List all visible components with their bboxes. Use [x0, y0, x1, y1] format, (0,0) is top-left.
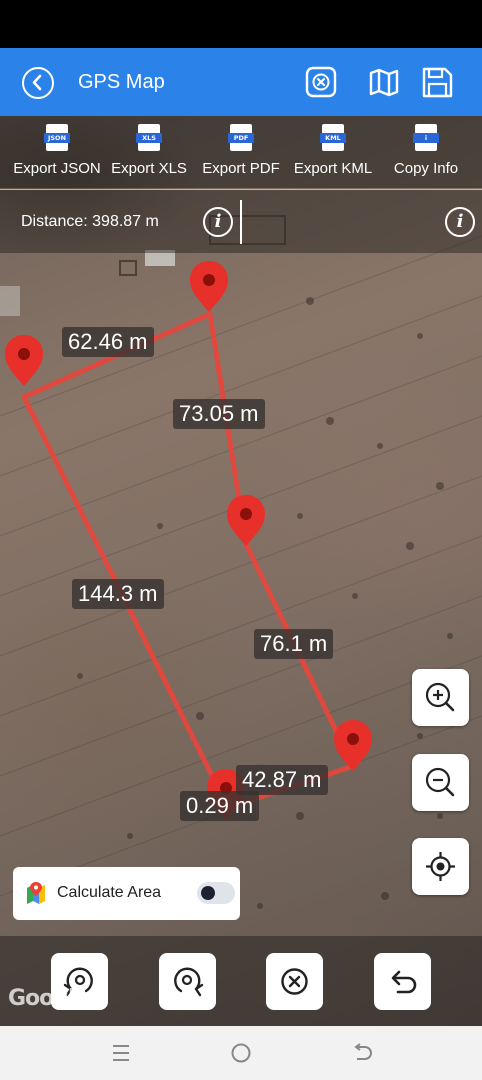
export-xls-label: Export XLS	[111, 160, 187, 177]
system-back-icon[interactable]	[351, 1043, 373, 1063]
segment-label-4: 76.1 m	[254, 629, 334, 659]
export-kml-button[interactable]: KML Export KML	[291, 124, 375, 184]
satellite-map[interactable]: 62.46 m 73.05 m 144.3 m 76.1 m 42.87 m 0…	[0, 116, 482, 1026]
segment-label-2: 73.05 m	[173, 399, 265, 429]
copy-info-button[interactable]: i Copy Info	[388, 124, 464, 184]
segment-label-6: 0.29 m	[180, 791, 260, 821]
home-icon[interactable]	[230, 1042, 252, 1064]
zoom-in-button[interactable]	[412, 669, 469, 726]
export-pdf-button[interactable]: PDF Export PDF	[199, 124, 283, 184]
system-nav-bar	[0, 1026, 482, 1080]
route-marker-1	[5, 335, 43, 386]
route-line	[21, 311, 356, 811]
export-json-button[interactable]: JSON Export JSON	[8, 124, 106, 184]
distance-bar: Distance: 398.87 m i i	[0, 189, 482, 253]
close-square-icon[interactable]	[304, 65, 338, 99]
route-marker-2	[190, 261, 228, 312]
info-file-icon: i	[413, 124, 439, 151]
route-marker-3	[227, 495, 265, 546]
google-attribution: Google	[8, 986, 89, 1011]
save-icon[interactable]	[420, 65, 454, 99]
calculate-area-toggle[interactable]	[197, 882, 235, 904]
close-circle-icon	[281, 968, 308, 995]
bottom-action-bar	[0, 936, 482, 1026]
my-location-button[interactable]	[412, 838, 469, 895]
crosshair-icon	[426, 852, 455, 881]
export-xls-button[interactable]: XLS Export XLS	[108, 124, 190, 184]
total-distance-text: Distance: 398.87 m	[21, 213, 159, 230]
export-kml-label: Export KML	[293, 160, 373, 177]
rotate-right-button[interactable]	[159, 953, 216, 1010]
page-title: GPS Map	[78, 71, 165, 93]
segment-label-1: 62.46 m	[62, 327, 154, 357]
json-file-icon: JSON	[44, 124, 70, 151]
map-pin-icon	[27, 882, 45, 904]
back-icon[interactable]	[22, 67, 54, 99]
info-icon-right[interactable]: i	[445, 207, 475, 237]
app-root: GPS Map 62.46 m 73.05 m 144.3 m 76.1 m 4…	[0, 0, 482, 1080]
export-json-label: Export JSON	[13, 160, 101, 177]
zoom-in-icon	[425, 682, 455, 712]
export-toolbar: JSON Export JSON XLS Export XLS PDF Expo…	[0, 116, 482, 188]
pdf-file-icon: PDF	[228, 124, 254, 151]
zoom-out-button[interactable]	[412, 754, 469, 811]
status-bar	[0, 0, 482, 48]
copy-info-label: Copy Info	[393, 160, 459, 177]
recent-apps-icon[interactable]	[111, 1044, 131, 1062]
map-icon[interactable]	[367, 65, 401, 99]
kml-file-icon: KML	[320, 124, 346, 151]
route-marker-4	[334, 720, 372, 771]
calculate-area-card: Calculate Area	[13, 867, 240, 920]
undo-icon	[391, 970, 417, 994]
info-icon[interactable]: i	[203, 207, 233, 237]
xls-file-icon: XLS	[136, 124, 162, 151]
app-bar: GPS Map	[0, 48, 482, 116]
calculate-area-label: Calculate Area	[57, 884, 162, 901]
zoom-out-icon	[425, 767, 455, 797]
toggle-knob	[201, 886, 215, 900]
divider-cursor	[240, 200, 242, 244]
export-pdf-label: Export PDF	[202, 160, 280, 177]
segment-label-3: 144.3 m	[72, 579, 164, 609]
undo-button[interactable]	[374, 953, 431, 1010]
clear-button[interactable]	[266, 953, 323, 1010]
rotate-right-icon	[174, 967, 204, 997]
